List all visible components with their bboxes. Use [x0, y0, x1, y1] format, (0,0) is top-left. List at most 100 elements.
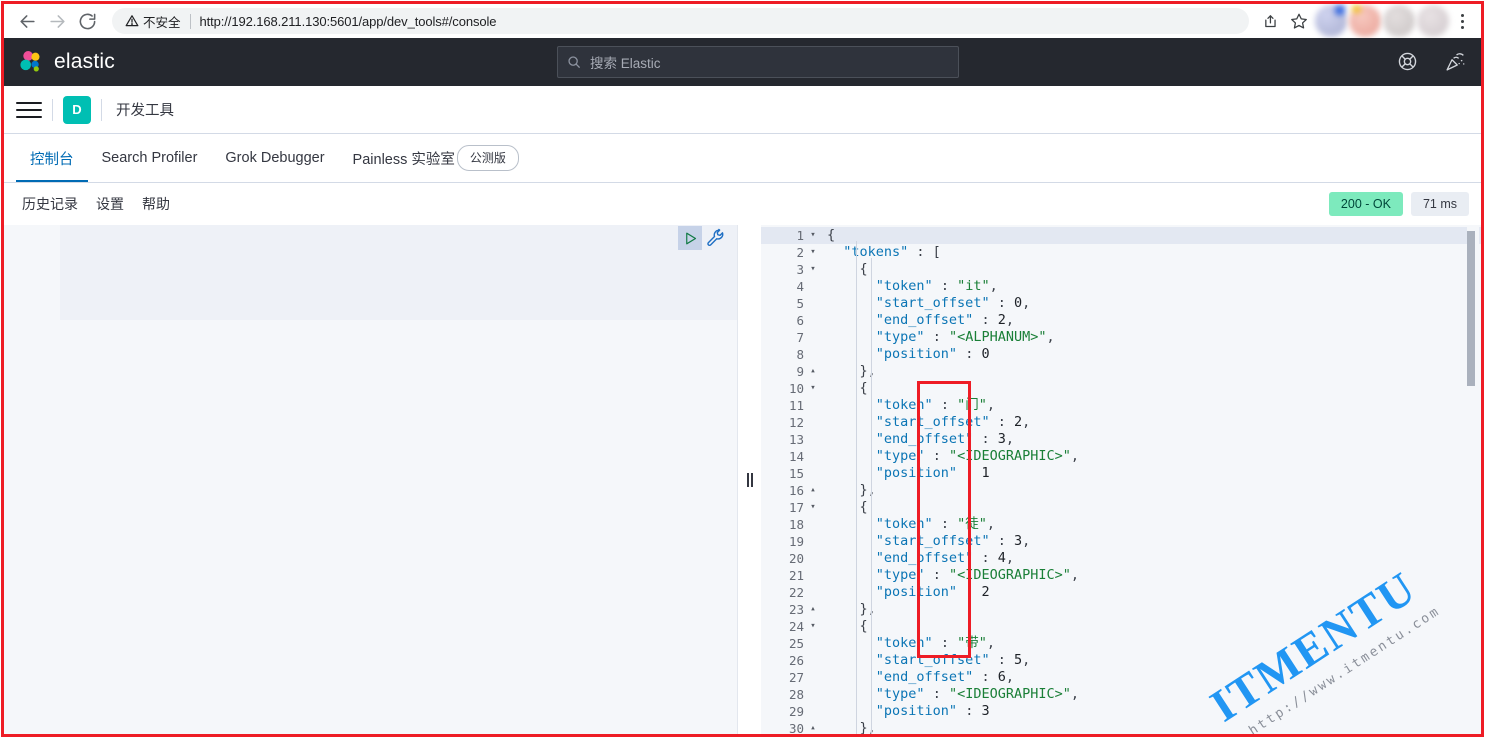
- response-scrollbar-track[interactable]: [1467, 225, 1479, 734]
- tab-console[interactable]: 控制台: [16, 134, 88, 182]
- star-icon[interactable]: [1285, 7, 1313, 35]
- code-text: "position" : 3: [875, 703, 990, 719]
- search-placeholder: 搜索 Elastic: [590, 56, 661, 71]
- code-line: 2 ▾ "tokens" : [: [761, 244, 1481, 261]
- code-line: 7 "type" : "<ALPHANUM>",: [761, 329, 1481, 346]
- devtools-tabs: 控制台 Search Profiler Grok Debugger Painle…: [4, 134, 1481, 183]
- response-scrollbar-thumb[interactable]: [1467, 231, 1475, 386]
- history-link[interactable]: 历史记录: [22, 194, 78, 214]
- breadcrumb-divider-1: [52, 98, 53, 121]
- code-text: "token" : "门",: [875, 397, 995, 413]
- fold-toggle-icon[interactable]: ▾: [807, 227, 819, 244]
- fold-toggle-icon[interactable]: ▴: [807, 482, 819, 499]
- code-text: "position" : 0: [875, 346, 990, 362]
- code-text: {: [827, 227, 836, 243]
- line-number: 19: [788, 534, 804, 549]
- code-line: 4 "token" : "it",: [761, 278, 1481, 295]
- hamburger-menu-icon[interactable]: [16, 97, 42, 123]
- code-line: 28 "type" : "<IDEOGRAPHIC>",: [761, 686, 1481, 703]
- fold-toggle-icon[interactable]: ▴: [807, 601, 819, 618]
- fold-toggle-icon[interactable]: ▾: [807, 499, 819, 516]
- console-panes: 1GET /_analyze2▾{3 "analyzer": "standard…: [4, 225, 1481, 734]
- wrench-icon[interactable]: [706, 228, 726, 248]
- line-number: 2: [796, 245, 804, 260]
- code-text: "start_offset" : 2,: [875, 414, 1031, 430]
- code-line: 22 "position" : 2: [761, 584, 1481, 601]
- code-line: 29 "position" : 3: [761, 703, 1481, 720]
- app-badge[interactable]: D: [63, 95, 91, 124]
- line-number: 12: [788, 415, 804, 430]
- splitter-grip-icon: [746, 472, 753, 487]
- code-line: 12 "start_offset" : 2,: [761, 414, 1481, 431]
- request-editor[interactable]: 1GET /_analyze2▾{3 "analyzer": "standard…: [4, 225, 738, 734]
- code-line: 8 "position" : 0: [761, 346, 1481, 363]
- code-text: },: [827, 720, 876, 734]
- fold-toggle-icon[interactable]: ▴: [807, 720, 819, 734]
- code-line: 13 "end_offset" : 3,: [761, 431, 1481, 448]
- tab-console-label: 控制台: [30, 151, 74, 168]
- elastic-logo[interactable]: elastic: [18, 49, 115, 75]
- line-number: 23: [788, 602, 804, 617]
- fold-toggle-icon[interactable]: ▾: [807, 261, 819, 278]
- line-number: 20: [788, 551, 804, 566]
- extension-icon-2[interactable]: [1383, 5, 1415, 37]
- line-number: 18: [788, 517, 804, 532]
- tab-grok-debugger-label: Grok Debugger: [225, 150, 325, 166]
- fold-toggle-icon[interactable]: ▾: [807, 618, 819, 635]
- screenshot-root: 不安全 http://192.168.211.130:5601/app/dev_…: [0, 0, 1485, 738]
- extension-icon-1[interactable]: [1349, 5, 1381, 37]
- elastic-wordmark: elastic: [54, 50, 115, 73]
- line-number: 26: [788, 653, 804, 668]
- beta-badge: 公测版: [456, 145, 519, 171]
- code-line: 1 ▾ {: [761, 227, 1481, 244]
- fold-toggle-icon[interactable]: ▾: [807, 380, 819, 397]
- pane-splitter[interactable]: [738, 225, 761, 734]
- line-number: 27: [788, 670, 804, 685]
- code-text: "start_offset" : 3,: [875, 533, 1031, 549]
- kebab-menu-icon[interactable]: [1449, 6, 1475, 36]
- address-bar[interactable]: 不安全 http://192.168.211.130:5601/app/dev_…: [112, 8, 1249, 34]
- code-line: 3 ▾ {: [761, 261, 1481, 278]
- line-number: 22: [788, 585, 804, 600]
- tab-search-profiler[interactable]: Search Profiler: [88, 134, 212, 182]
- party-popper-news-icon[interactable]: [1445, 51, 1467, 73]
- code-line: 17 ▾ {: [761, 499, 1481, 516]
- line-number: 21: [788, 568, 804, 583]
- help-link[interactable]: 帮助: [142, 194, 170, 214]
- tab-grok-debugger[interactable]: Grok Debugger: [211, 134, 338, 182]
- line-number: 13: [788, 432, 804, 447]
- profile-avatar[interactable]: [1315, 5, 1347, 37]
- code-text: "type" : "<IDEOGRAPHIC>",: [875, 686, 1080, 702]
- line-number: 24: [788, 619, 804, 634]
- code-line: 20 "end_offset" : 4,: [761, 550, 1481, 567]
- line-number: 16: [788, 483, 804, 498]
- breadcrumb-bar: D 开发工具: [4, 86, 1481, 134]
- play-run-icon[interactable]: [678, 226, 702, 250]
- line-number: 14: [788, 449, 804, 464]
- line-number: 4: [796, 279, 804, 294]
- fold-toggle-icon[interactable]: ▾: [807, 244, 819, 261]
- code-line: 16 ▴ },: [761, 482, 1481, 499]
- line-number: 30: [788, 721, 804, 734]
- forward-icon[interactable]: [42, 6, 72, 36]
- share-icon[interactable]: [1257, 7, 1285, 35]
- line-number: 28: [788, 687, 804, 702]
- code-text: {: [827, 499, 868, 515]
- code-text: },: [827, 482, 876, 498]
- settings-link[interactable]: 设置: [96, 194, 124, 214]
- global-search[interactable]: 搜索 Elastic: [557, 46, 959, 78]
- code-text: "end_offset" : 4,: [875, 550, 1014, 566]
- warning-triangle-icon: [124, 14, 139, 29]
- extension-icon-3[interactable]: [1417, 5, 1449, 37]
- reload-icon[interactable]: [72, 6, 102, 36]
- line-number: 15: [788, 466, 804, 481]
- request-actions: [678, 226, 726, 250]
- response-viewer[interactable]: 1 ▾{2 ▾ "tokens" : [3 ▾ {4 "token" : "it", 5…: [761, 225, 1481, 734]
- back-icon[interactable]: [12, 6, 42, 36]
- fold-toggle-icon[interactable]: ▴: [807, 363, 819, 380]
- lifebuoy-help-icon[interactable]: [1397, 51, 1419, 73]
- browser-toolbar: 不安全 http://192.168.211.130:5601/app/dev_…: [4, 4, 1481, 38]
- line-number: 10: [788, 381, 804, 396]
- tab-painless-lab[interactable]: Painless 实验室 公测版: [339, 134, 533, 182]
- code-line: 30 ▴ },: [761, 720, 1481, 734]
